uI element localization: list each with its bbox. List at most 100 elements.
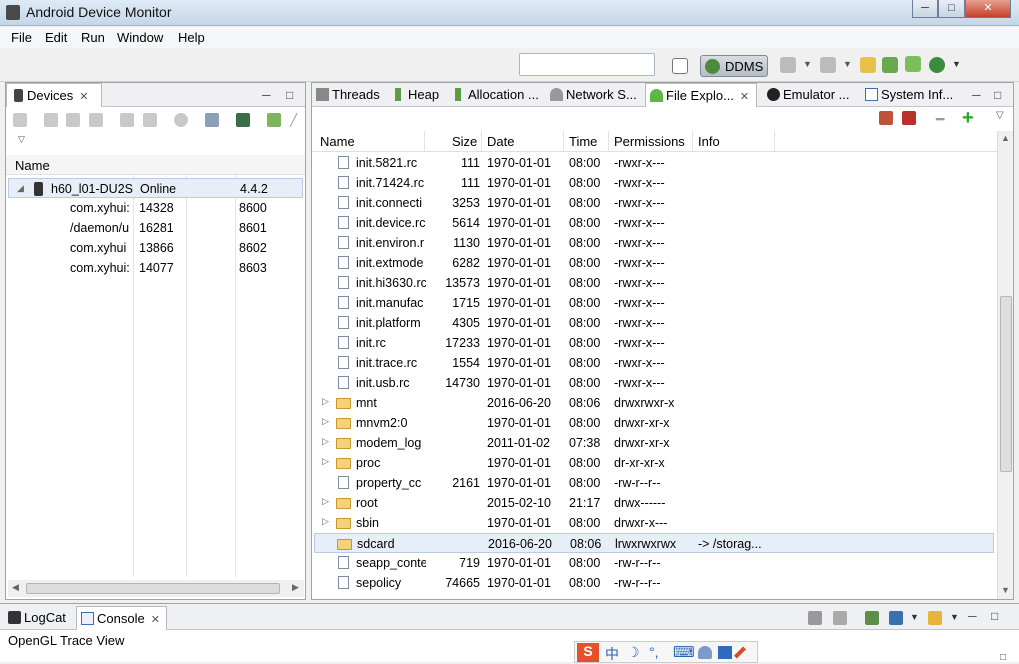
dump-hprof-icon[interactable] bbox=[66, 113, 80, 127]
ime-keyboard-icon[interactable]: ⌨ bbox=[673, 643, 695, 661]
folder-row[interactable]: ▷ proc 1970-01-01 08:00 dr-xr-xr-x bbox=[314, 453, 994, 473]
expand-arrow-icon[interactable]: ▷ bbox=[322, 516, 329, 527]
tab-emulator[interactable]: Emulator ... bbox=[763, 83, 849, 107]
process-row[interactable]: com.xyhui 13866 8602 bbox=[8, 238, 303, 258]
maximize-view-icon[interactable]: □ bbox=[1000, 652, 1006, 663]
tab-threads[interactable]: Threads bbox=[312, 83, 380, 107]
expand-arrow-icon[interactable]: ▷ bbox=[322, 436, 329, 447]
display-console-icon[interactable] bbox=[889, 611, 903, 625]
device-row[interactable]: ◢ h60_l01-DU2S Online 4.4.2 bbox=[8, 178, 303, 198]
folder-row[interactable]: ▷ sbin 1970-01-01 08:00 drwxr-x--- bbox=[314, 513, 994, 533]
scroll-right-icon[interactable]: ▶ bbox=[292, 582, 299, 593]
file-row[interactable]: init.device.rc 5614 1970-01-01 08:00 -rwxr-x… bbox=[314, 213, 994, 233]
file-row[interactable]: init.platform 4305 1970-01-01 08:00 -rwxr-x-… bbox=[314, 313, 994, 333]
tab-network[interactable]: Network S... bbox=[546, 83, 637, 107]
tab-system-info[interactable]: System Inf... bbox=[861, 83, 953, 107]
column-date[interactable]: Date bbox=[487, 134, 514, 149]
ime-halfwidth-icon[interactable]: ☽ bbox=[627, 644, 640, 661]
debug-process-icon[interactable] bbox=[13, 113, 27, 127]
close-icon[interactable]: ✕ bbox=[79, 91, 88, 103]
scroll-left-icon[interactable]: ◀ bbox=[12, 582, 19, 593]
process-row[interactable]: /daemon/u 16281 8601 bbox=[8, 218, 303, 238]
new-folder-plus-icon[interactable]: + bbox=[962, 107, 974, 130]
minimize-view-icon[interactable]: ─ bbox=[968, 609, 977, 623]
scrollbar-thumb[interactable] bbox=[1000, 296, 1012, 472]
file-row[interactable]: init.usb.rc 14730 1970-01-01 08:00 -rwxr-x--… bbox=[314, 373, 994, 393]
tab-heap[interactable]: Heap bbox=[388, 83, 439, 107]
file-row[interactable]: init.extmode 6282 1970-01-01 08:00 -rwxr-x--… bbox=[314, 253, 994, 273]
push-file-icon[interactable] bbox=[902, 111, 916, 125]
file-row[interactable]: init.environ.r 1130 1970-01-01 08:00 -rwxr-x… bbox=[314, 233, 994, 253]
ime-tools-icon[interactable] bbox=[733, 646, 747, 659]
sogou-ime-icon[interactable]: S bbox=[577, 643, 599, 662]
column-time[interactable]: Time bbox=[569, 134, 597, 149]
close-icon[interactable]: ✕ bbox=[151, 614, 160, 626]
folder-row[interactable]: ▷ mnvm2:0 1970-01-01 08:00 drwxr-xr-x bbox=[314, 413, 994, 433]
folder-row[interactable]: ▷ modem_log 2011-01-02 07:38 drwxr-xr-x bbox=[314, 433, 994, 453]
run-icon[interactable] bbox=[820, 57, 836, 73]
pin-console-icon[interactable] bbox=[865, 611, 879, 625]
menu-help[interactable]: Help bbox=[178, 30, 205, 45]
chevron-down-icon[interactable]: ▼ bbox=[843, 59, 852, 69]
file-row[interactable]: init.71424.rc 111 1970-01-01 08:00 -rwxr-x--… bbox=[314, 173, 994, 193]
stop-process-icon[interactable] bbox=[174, 113, 188, 127]
file-row[interactable]: init.5821.rc 111 1970-01-01 08:00 -rwxr-x--- bbox=[314, 153, 994, 173]
view-menu-chevron-icon[interactable]: ▽ bbox=[996, 110, 1004, 121]
vertical-scrollbar[interactable]: ▲ ▼ bbox=[997, 131, 1013, 599]
menu-window[interactable]: Window bbox=[117, 30, 163, 45]
ime-user-icon[interactable] bbox=[698, 646, 712, 659]
tab-allocation[interactable]: Allocation ... bbox=[448, 83, 539, 107]
minimize-view-icon[interactable]: ─ bbox=[262, 88, 271, 102]
menu-file[interactable]: File bbox=[11, 30, 32, 45]
folder-row[interactable]: ▷ mnt 2016-06-20 08:06 drwxrwxr-x bbox=[314, 393, 994, 413]
expand-arrow-icon[interactable]: ▷ bbox=[322, 396, 329, 407]
tab-file-explorer[interactable]: File Explo... ✕ bbox=[645, 83, 757, 107]
column-permissions[interactable]: Permissions bbox=[614, 134, 685, 149]
open-console-icon[interactable] bbox=[928, 611, 942, 625]
file-row[interactable]: init.connecti 3253 1970-01-01 08:00 -rwxr-x-… bbox=[314, 193, 994, 213]
maximize-button[interactable]: □ bbox=[938, 0, 965, 18]
process-row[interactable]: com.xyhui: 14328 8600 bbox=[8, 198, 303, 218]
sdk-manager-icon[interactable] bbox=[882, 57, 898, 73]
expanded-arrow-icon[interactable]: ◢ bbox=[17, 183, 24, 194]
process-row[interactable]: com.xyhui: 14077 8603 bbox=[8, 258, 303, 278]
chevron-down-icon[interactable]: ▼ bbox=[910, 612, 919, 622]
column-name[interactable]: Name bbox=[320, 134, 355, 149]
pull-file-icon[interactable] bbox=[879, 111, 893, 125]
file-row[interactable]: init.hi3630.rc 13573 1970-01-01 08:00 -rwxr-… bbox=[314, 273, 994, 293]
delete-icon[interactable]: ━ bbox=[936, 111, 944, 128]
expand-arrow-icon[interactable]: ▷ bbox=[322, 416, 329, 427]
minimize-button[interactable]: ─ bbox=[912, 0, 938, 18]
link-row[interactable]: sdcard 2016-06-20 08:06 lrwxrwxrwx -> /stora… bbox=[314, 533, 994, 553]
view-menu-chevron-icon[interactable]: ▽ bbox=[18, 134, 25, 145]
file-row[interactable]: property_cc 2161 1970-01-01 08:00 -rw-r--r-- bbox=[314, 473, 994, 493]
file-row[interactable]: init.trace.rc 1554 1970-01-01 08:00 -rwxr-x-… bbox=[314, 353, 994, 373]
scroll-lock-icon[interactable] bbox=[833, 611, 847, 625]
quick-access-input[interactable] bbox=[519, 53, 655, 76]
file-row[interactable]: init.rc 17233 1970-01-01 08:00 -rwxr-x--- bbox=[314, 333, 994, 353]
tab-console[interactable]: Console ✕ bbox=[76, 606, 167, 630]
update-heap-icon[interactable] bbox=[44, 113, 58, 127]
screen-capture-icon[interactable] bbox=[205, 113, 219, 127]
close-icon[interactable]: ✕ bbox=[740, 91, 749, 103]
chevron-down-icon[interactable]: ▼ bbox=[803, 59, 812, 69]
maximize-view-icon[interactable]: □ bbox=[286, 88, 293, 102]
file-row[interactable]: init.manufac 1715 1970-01-01 08:00 -rwxr-x--… bbox=[314, 293, 994, 313]
column-size[interactable]: Size bbox=[452, 134, 477, 149]
start-method-profiling-icon[interactable] bbox=[143, 113, 157, 127]
update-threads-icon[interactable] bbox=[120, 113, 134, 127]
systrace-icon[interactable] bbox=[267, 113, 281, 127]
file-row[interactable]: seapp_conte 719 1970-01-01 08:00 -rw-r--r-- bbox=[314, 553, 994, 573]
expand-arrow-icon[interactable]: ▷ bbox=[322, 456, 329, 467]
minimize-view-icon[interactable]: ─ bbox=[972, 88, 981, 102]
chevron-down-icon[interactable]: ▼ bbox=[952, 59, 961, 69]
debug-icon[interactable] bbox=[780, 57, 796, 73]
ddms-perspective-button[interactable]: DDMS bbox=[700, 55, 768, 77]
ime-skin-icon[interactable] bbox=[718, 646, 732, 659]
horizontal-scrollbar[interactable]: ◀ ▶ bbox=[8, 580, 304, 597]
scroll-up-icon[interactable]: ▲ bbox=[1001, 133, 1010, 143]
dump-view-hierarchy-icon[interactable] bbox=[236, 113, 250, 127]
chevron-down-icon[interactable]: ▼ bbox=[950, 612, 959, 622]
ime-chinese-mode-icon[interactable]: 中 bbox=[605, 644, 619, 664]
scroll-down-icon[interactable]: ▼ bbox=[1001, 585, 1010, 595]
